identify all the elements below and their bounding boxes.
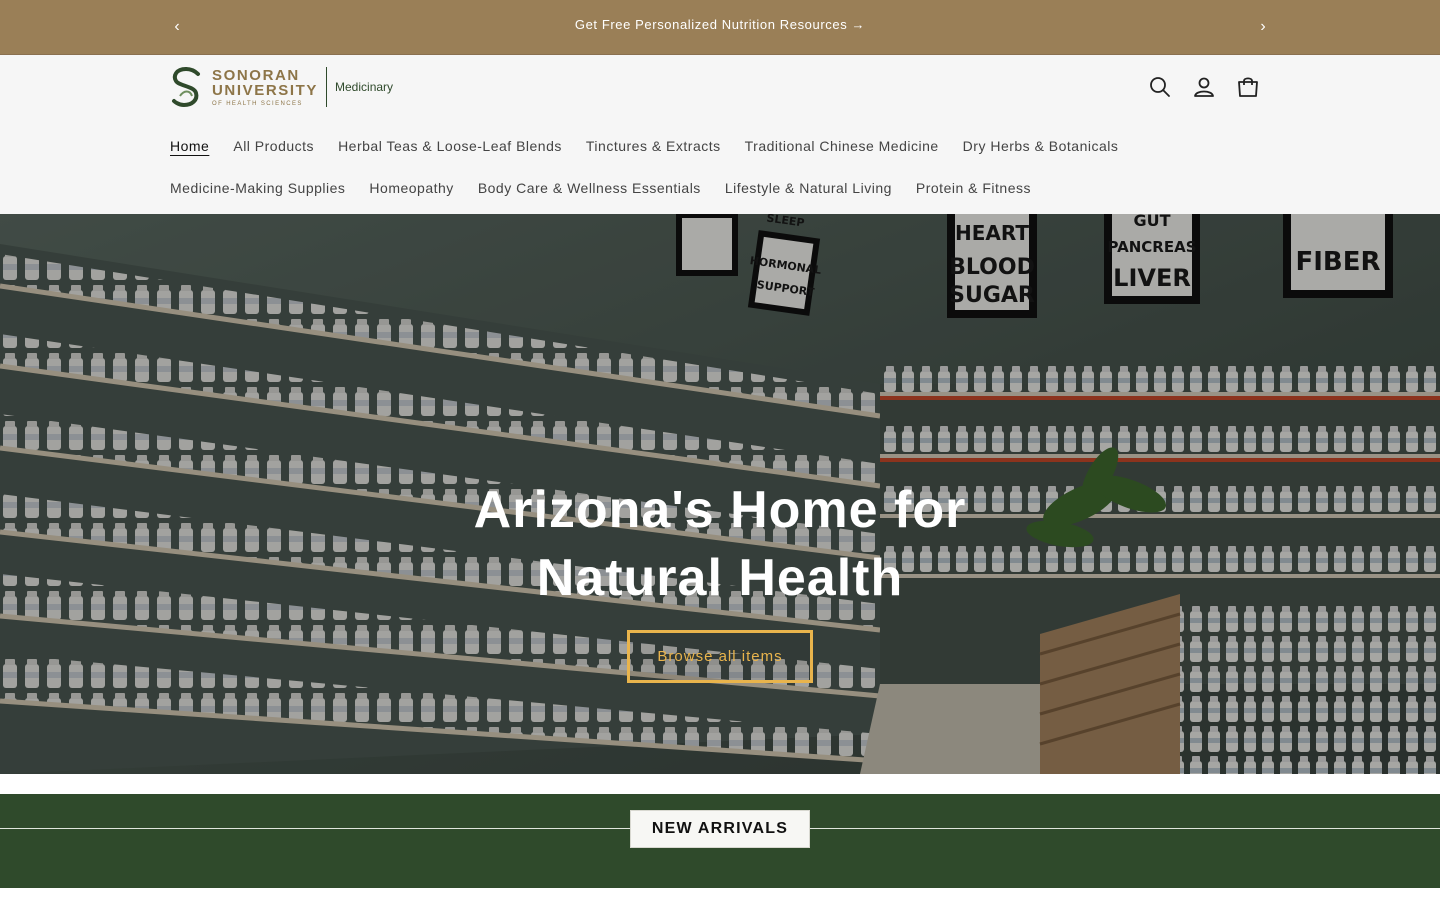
new-arrivals-section: NEW ARRIVALS bbox=[0, 794, 1440, 888]
site-header: SONORAN UNIVERSITY OF HEALTH SCIENCES Me… bbox=[0, 55, 1440, 214]
cart-button[interactable] bbox=[1236, 75, 1260, 99]
main-nav-row-2: Medicine-Making Supplies Homeopathy Body… bbox=[170, 180, 1031, 196]
logo-mark-icon bbox=[172, 67, 200, 108]
announcement-link[interactable]: Get Free Personalized Nutrition Resource… bbox=[575, 17, 865, 32]
browse-all-items-button[interactable]: Browse all items bbox=[627, 630, 813, 683]
announcement-message: Get Free Personalized Nutrition Resource… bbox=[0, 17, 1440, 32]
nav-item-lifestyle[interactable]: Lifestyle & Natural Living bbox=[725, 180, 892, 196]
site-logo[interactable]: SONORAN UNIVERSITY OF HEALTH SCIENCES Me… bbox=[170, 64, 410, 110]
nav-item-protein-fitness[interactable]: Protein & Fitness bbox=[916, 180, 1031, 196]
nav-item-herbal-teas[interactable]: Herbal Teas & Loose-Leaf Blends bbox=[338, 138, 562, 154]
arrow-right-icon: → bbox=[851, 17, 866, 32]
cart-icon bbox=[1238, 77, 1258, 97]
search-icon bbox=[1150, 77, 1170, 97]
account-icon bbox=[1194, 77, 1214, 97]
nav-item-all-products[interactable]: All Products bbox=[233, 138, 314, 154]
search-button[interactable] bbox=[1148, 75, 1172, 99]
nav-item-tinctures[interactable]: Tinctures & Extracts bbox=[586, 138, 721, 154]
nav-item-body-care[interactable]: Body Care & Wellness Essentials bbox=[478, 180, 701, 196]
hero-heading: Arizona's Home for Natural Health bbox=[473, 481, 967, 607]
next-announcement-button[interactable]: › bbox=[1253, 17, 1273, 37]
hero-banner: HEART BLOOD SUGAR GUT PANCREAS LIVER FIB… bbox=[0, 214, 1440, 774]
logo-wordmark: SONORAN UNIVERSITY OF HEALTH SCIENCES bbox=[212, 66, 319, 107]
chevron-right-icon: › bbox=[1260, 18, 1266, 35]
new-arrivals-title: NEW ARRIVALS bbox=[630, 810, 810, 848]
nav-item-medicine-making[interactable]: Medicine-Making Supplies bbox=[170, 180, 345, 196]
announcement-bar: ‹ Get Free Personalized Nutrition Resour… bbox=[0, 0, 1440, 55]
account-button[interactable] bbox=[1192, 75, 1216, 99]
nav-item-home[interactable]: Home bbox=[170, 138, 209, 154]
logo-divider bbox=[326, 67, 328, 107]
nav-item-homeopathy[interactable]: Homeopathy bbox=[369, 180, 453, 196]
nav-item-dry-herbs[interactable]: Dry Herbs & Botanicals bbox=[963, 138, 1119, 154]
nav-item-tcm[interactable]: Traditional Chinese Medicine bbox=[745, 138, 939, 154]
logo-store-name: Medicinary bbox=[335, 80, 394, 94]
main-nav-row-1: Home All Products Herbal Teas & Loose-Le… bbox=[170, 138, 1118, 154]
header-icons bbox=[1148, 75, 1260, 99]
